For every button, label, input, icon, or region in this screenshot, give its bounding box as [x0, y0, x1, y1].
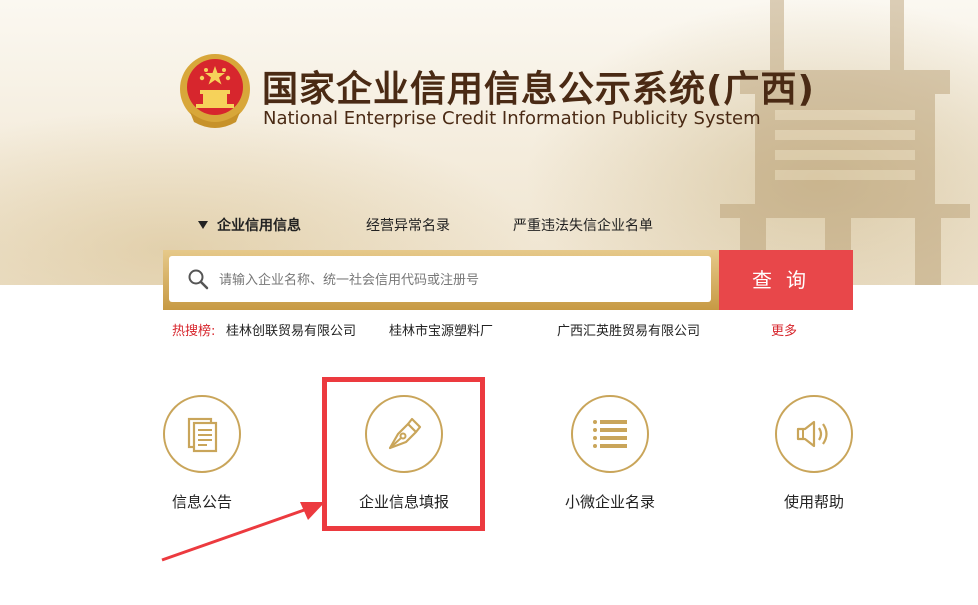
page-subtitle-en: National Enterprise Credit Information P…	[263, 108, 761, 129]
list-icon	[593, 420, 627, 448]
hot-search-link[interactable]: 桂林市宝源塑料厂	[389, 320, 493, 339]
quick-link-small-micro-list[interactable]: 小微企业名录	[538, 395, 688, 520]
caret-down-icon	[198, 221, 208, 229]
icon-circle	[571, 395, 649, 473]
tab-label: 企业信用信息	[217, 218, 301, 234]
tab-abnormal-operation[interactable]: 经营异常名录	[366, 215, 450, 235]
icon-circle	[163, 395, 241, 473]
document-icon	[187, 417, 218, 453]
hot-search-link[interactable]: 广西汇英胜贸易有限公司	[557, 320, 700, 339]
search-box-frame	[163, 250, 719, 310]
quick-link-label: 使用帮助	[783, 493, 844, 511]
tab-serious-violation[interactable]: 严重违法失信企业名单	[513, 215, 653, 235]
hot-search-bar: 热搜榜: 桂林创联贸易有限公司 桂林市宝源塑料厂 广西汇英胜贸易有限公司 更多	[0, 320, 978, 339]
tab-label: 经营异常名录	[366, 218, 450, 234]
hot-search-label: 热搜榜:	[172, 324, 216, 339]
bronze-ding-monument-icon	[720, 0, 970, 285]
quick-link-label: 小微企业名录	[564, 493, 655, 511]
tab-label: 严重违法失信企业名单	[513, 218, 653, 234]
page-title: 国家企业信用信息公示系统(广西)	[262, 69, 815, 110]
speaker-icon	[796, 420, 828, 448]
tab-enterprise-credit[interactable]: 企业信用信息	[198, 215, 301, 235]
national-emblem-icon	[180, 54, 250, 128]
icon-circle	[775, 395, 853, 473]
more-link[interactable]: 更多	[771, 320, 797, 339]
search-category-tabs: 企业信用信息 经营异常名录 严重违法失信企业名单	[0, 215, 978, 237]
pointer-arrow-icon	[161, 502, 325, 562]
quick-link-help[interactable]: 使用帮助	[742, 395, 892, 520]
search-button[interactable]: 查询	[719, 250, 853, 310]
search-input[interactable]	[217, 266, 701, 294]
search-icon	[188, 269, 209, 290]
search-field-container	[169, 256, 711, 302]
header-banner: 国家企业信用信息公示系统(广西) National Enterprise Cre…	[0, 0, 978, 285]
hot-search-link[interactable]: 桂林创联贸易有限公司	[226, 320, 356, 339]
